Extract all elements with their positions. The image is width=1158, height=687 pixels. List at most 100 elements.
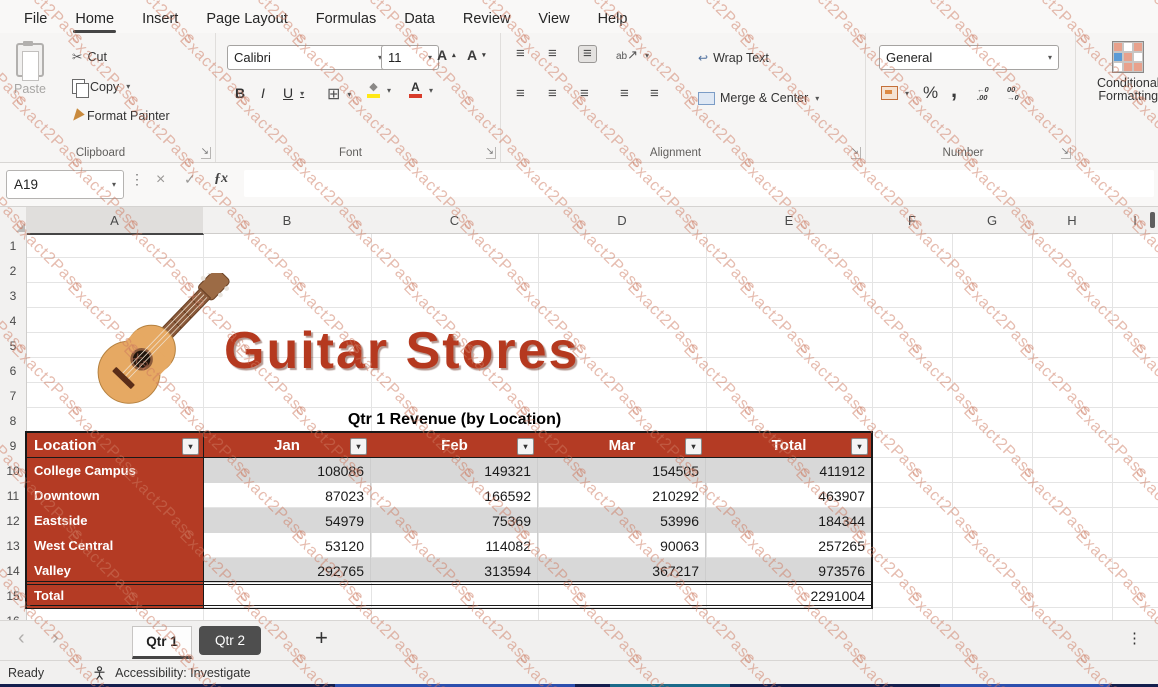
sheet-tab-qtr2[interactable]: Qtr 2 bbox=[199, 626, 261, 655]
align-right-button[interactable]: ≡ bbox=[580, 87, 589, 101]
row-header[interactable]: 8 bbox=[0, 408, 27, 434]
cell-jan[interactable]: 87023 bbox=[203, 483, 371, 508]
shrink-font-button[interactable]: A▾ bbox=[467, 47, 486, 63]
cell-feb[interactable]: 75369 bbox=[371, 508, 538, 533]
font-color-button[interactable]: A ▾ bbox=[409, 82, 433, 98]
cut-button[interactable]: ✂ Cut bbox=[72, 49, 107, 64]
sheet-nav-left-icon[interactable]: ‹ bbox=[18, 627, 25, 650]
italic-button[interactable]: I bbox=[261, 85, 265, 101]
formula-input[interactable] bbox=[244, 170, 1154, 197]
font-name-select[interactable]: Calibri ▾ bbox=[227, 45, 389, 70]
filter-button[interactable]: ▾ bbox=[182, 438, 199, 455]
fill-color-button[interactable]: ◆ ▾ bbox=[367, 82, 391, 98]
bold-button[interactable]: B bbox=[235, 85, 245, 101]
menu-tab-data[interactable]: Data bbox=[390, 5, 449, 33]
menu-tab-review[interactable]: Review bbox=[449, 5, 525, 33]
filter-button[interactable]: ▾ bbox=[851, 438, 868, 455]
cell-total[interactable]: 973576 bbox=[706, 558, 872, 583]
orientation-button[interactable]: ab↗ ▾ bbox=[616, 47, 649, 63]
menu-tab-view[interactable]: View bbox=[524, 5, 583, 33]
header-cell-total[interactable]: Total ▾ bbox=[706, 433, 872, 458]
cell-location[interactable]: Valley bbox=[26, 558, 203, 583]
font-dialog-launcher[interactable]: ↘ bbox=[486, 147, 496, 159]
cell-location[interactable]: Eastside bbox=[26, 508, 203, 533]
cell-feb[interactable]: 149321 bbox=[371, 458, 538, 483]
column-header-g[interactable]: G bbox=[952, 207, 1033, 234]
column-header-c[interactable]: C bbox=[371, 207, 539, 234]
insert-function-button[interactable]: ƒx bbox=[214, 171, 228, 187]
cell-total[interactable]: 257265 bbox=[706, 533, 872, 558]
column-header-e[interactable]: E bbox=[706, 207, 873, 234]
cell-location[interactable]: West Central bbox=[26, 533, 203, 558]
align-left-button[interactable]: ≡ bbox=[516, 87, 525, 101]
align-middle-button[interactable]: ≡ bbox=[548, 47, 557, 61]
increase-decimal-button[interactable]: ←0.00 bbox=[977, 86, 989, 101]
underline-button[interactable]: U▾ bbox=[283, 85, 304, 101]
select-all-corner[interactable] bbox=[0, 207, 27, 234]
cell-total[interactable]: 463907 bbox=[706, 483, 872, 508]
format-painter-button[interactable]: Format Painter bbox=[72, 109, 170, 123]
decrease-decimal-button[interactable]: 00→0 bbox=[1007, 86, 1019, 101]
formula-options-kebab[interactable]: ⋮ bbox=[130, 171, 144, 188]
enter-button[interactable]: ✓ bbox=[184, 171, 196, 188]
percent-style-button[interactable]: % bbox=[923, 83, 938, 103]
cell-location[interactable]: College Campus bbox=[26, 458, 203, 483]
row-header[interactable]: 13 bbox=[0, 533, 27, 559]
cell-jan[interactable]: 292765 bbox=[203, 558, 371, 583]
decrease-indent-button[interactable]: ≡ bbox=[620, 87, 629, 101]
name-box[interactable]: A19 ▾ bbox=[6, 170, 124, 199]
grow-font-button[interactable]: A▴ bbox=[437, 47, 456, 63]
increase-indent-button[interactable]: ≡ bbox=[650, 87, 659, 101]
accounting-format-button[interactable]: ▾ bbox=[881, 86, 909, 100]
column-header-d[interactable]: D bbox=[538, 207, 707, 234]
font-size-select[interactable]: 11 ▾ bbox=[381, 45, 439, 70]
cell-feb[interactable]: 166592 bbox=[371, 483, 538, 508]
comma-style-button[interactable]: , bbox=[951, 77, 957, 103]
merge-center-button[interactable]: Merge & Center ▾ bbox=[698, 91, 819, 105]
row-header[interactable]: 16 bbox=[0, 608, 27, 620]
row-header[interactable]: 15 bbox=[0, 583, 27, 609]
row-header[interactable]: 9 bbox=[0, 433, 27, 459]
row-header[interactable]: 3 bbox=[0, 283, 27, 309]
borders-button[interactable]: ⊞▾ bbox=[327, 84, 351, 104]
filter-button[interactable]: ▾ bbox=[350, 438, 367, 455]
align-center-button[interactable]: ≡ bbox=[548, 87, 557, 101]
menu-tab-help[interactable]: Help bbox=[584, 5, 642, 33]
cell-mar[interactable]: 90063 bbox=[538, 533, 706, 558]
row-header[interactable]: 2 bbox=[0, 258, 27, 284]
clipboard-dialog-launcher[interactable]: ↘ bbox=[201, 147, 211, 159]
cell-jan[interactable]: 54979 bbox=[203, 508, 371, 533]
cell-feb[interactable]: 313594 bbox=[371, 558, 538, 583]
row-header[interactable]: 4 bbox=[0, 308, 27, 334]
row-header[interactable]: 6 bbox=[0, 358, 27, 384]
row-header[interactable]: 5 bbox=[0, 333, 27, 359]
header-cell-feb[interactable]: Feb ▾ bbox=[371, 433, 538, 458]
row-header[interactable]: 7 bbox=[0, 383, 27, 409]
cell-mar[interactable]: 210292 bbox=[538, 483, 706, 508]
vertical-scrollbar-thumb[interactable] bbox=[1150, 212, 1155, 228]
row-header[interactable]: 10 bbox=[0, 458, 27, 484]
number-dialog-launcher[interactable]: ↘ bbox=[1061, 147, 1071, 159]
sheet-menu-kebab-icon[interactable]: ⋮ bbox=[1127, 629, 1142, 647]
row-header[interactable]: 11 bbox=[0, 483, 27, 509]
filter-button[interactable]: ▾ bbox=[685, 438, 702, 455]
header-cell-mar[interactable]: Mar ▾ bbox=[538, 433, 706, 458]
column-header-a[interactable]: A bbox=[26, 207, 204, 235]
cell-jan[interactable]: 53120 bbox=[203, 533, 371, 558]
cell-total[interactable]: 184344 bbox=[706, 508, 872, 533]
menu-tab-file[interactable]: File bbox=[10, 5, 61, 33]
add-sheet-button[interactable]: + bbox=[315, 625, 328, 651]
cell-location[interactable]: Downtown bbox=[26, 483, 203, 508]
menu-tab-formulas[interactable]: Formulas bbox=[302, 5, 390, 33]
cell-feb[interactable]: 114082 bbox=[371, 533, 538, 558]
cell-mar[interactable]: 154505 bbox=[538, 458, 706, 483]
cell-mar[interactable]: 53996 bbox=[538, 508, 706, 533]
alignment-dialog-launcher[interactable]: ↘ bbox=[851, 147, 861, 159]
column-header-b[interactable]: B bbox=[203, 207, 372, 234]
cell-total[interactable]: 411912 bbox=[706, 458, 872, 483]
align-bottom-button[interactable]: ≡ bbox=[578, 45, 597, 63]
column-header-f[interactable]: F bbox=[872, 207, 953, 234]
menu-tab-page-layout[interactable]: Page Layout bbox=[192, 5, 301, 33]
cancel-button[interactable]: × bbox=[156, 171, 165, 189]
header-cell-jan[interactable]: Jan ▾ bbox=[203, 433, 371, 458]
